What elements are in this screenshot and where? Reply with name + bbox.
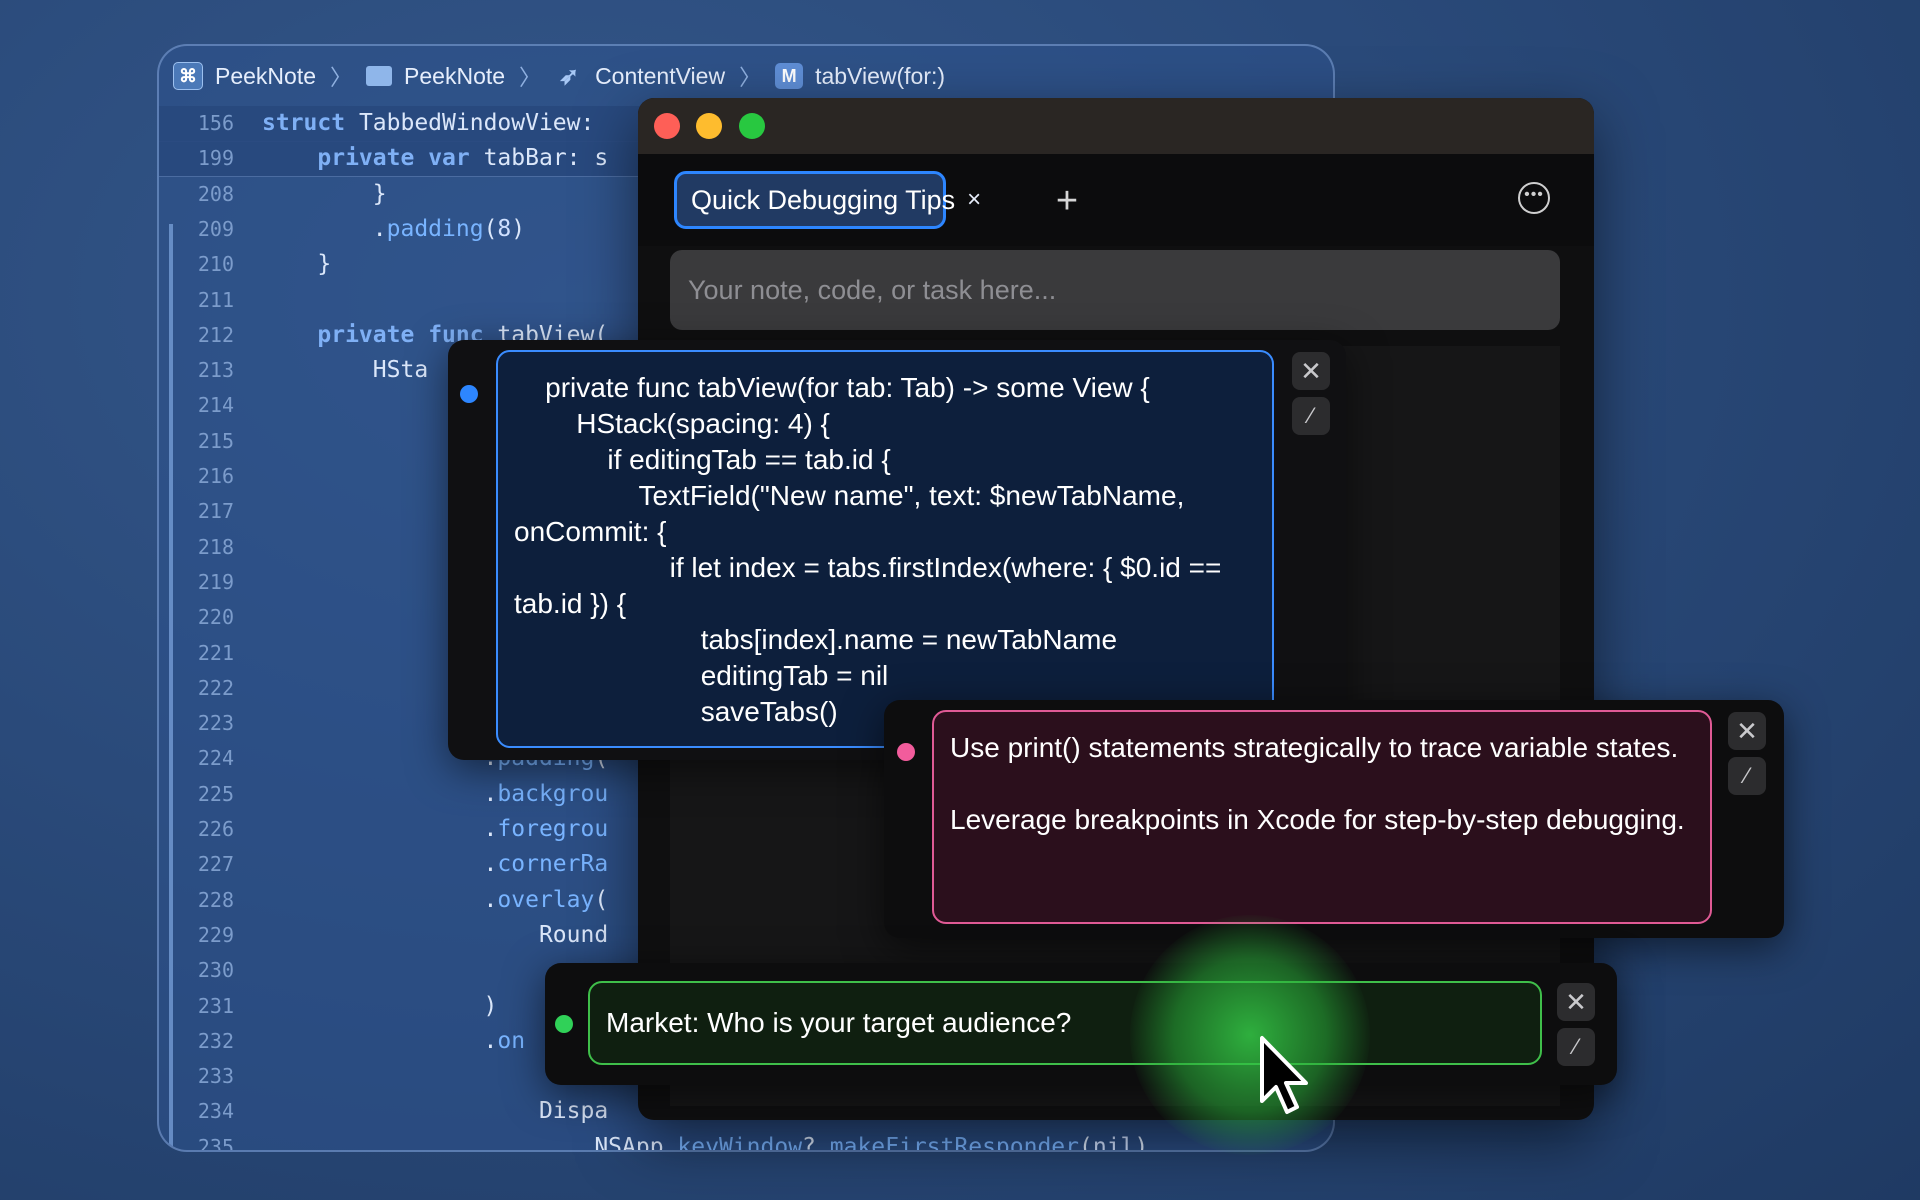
code-text: } (262, 251, 332, 278)
note-card-market[interactable]: Market: Who is your target audience? ✕ ⁄ (545, 963, 1617, 1085)
line-number: 208 (197, 181, 234, 206)
breadcrumb-separator: 〉 (519, 65, 542, 90)
more-options-icon[interactable]: ••• (1518, 182, 1550, 214)
line-number: 222 (197, 675, 234, 700)
swift-file-icon: ➶ (559, 62, 580, 90)
breadcrumb-separator: 〉 (330, 65, 353, 90)
note-line: TextField("New name", text: $newTabName,… (514, 480, 1193, 547)
breadcrumb-item-folder[interactable]: PeekNote (366, 63, 505, 90)
close-icon[interactable]: ✕ (1728, 712, 1766, 750)
note-color-dot[interactable] (460, 385, 478, 403)
line-number: 232 (197, 1028, 234, 1053)
line-number: 225 (197, 781, 234, 806)
code-text: struct TabbedWindowView: (262, 110, 609, 136)
note-line: editingTab = nil (514, 660, 889, 691)
close-icon[interactable]: ✕ (1557, 983, 1595, 1021)
note-line: tabs[index].name = newTabName (514, 624, 1118, 655)
window-minimize-button[interactable] (696, 113, 722, 139)
line-number: 220 (197, 605, 234, 630)
line-number: 224 (197, 746, 234, 771)
close-tab-icon[interactable]: × (967, 186, 981, 214)
pencil-icon[interactable]: ⁄ (1292, 397, 1330, 435)
note-content[interactable]: private func tabView(for tab: Tab) -> so… (496, 350, 1274, 748)
line-number: 217 (197, 499, 234, 524)
code-text: Round (262, 921, 609, 948)
tab-quick-debugging-tips[interactable]: Quick Debugging Tips × (674, 171, 981, 229)
code-text: ) (262, 992, 498, 1019)
code-text: .backgrou (262, 780, 609, 807)
code-line[interactable]: 235 NSApp.keyWindow?.makeFirstResponder(… (159, 1130, 1333, 1152)
line-number: 215 (197, 428, 234, 453)
line-number: 227 (197, 852, 234, 877)
line-number: 221 (197, 640, 234, 665)
note-color-dot[interactable] (555, 1015, 573, 1033)
pencil-icon[interactable]: ⁄ (1557, 1028, 1595, 1066)
title-bar[interactable] (638, 98, 1594, 154)
breadcrumb: ⌘ PeekNote 〉 PeekNote 〉 ➶ ContentView 〉 … (159, 46, 1333, 106)
line-number: 218 (197, 534, 234, 559)
window-close-button[interactable] (654, 113, 680, 139)
note-card-code[interactable]: private func tabView(for tab: Tab) -> so… (448, 340, 1346, 760)
line-number: 231 (197, 993, 234, 1018)
note-color-dot[interactable] (897, 743, 915, 761)
app-project-icon: ⌘ (173, 62, 203, 90)
code-text: .padding(8) (262, 215, 526, 242)
code-text: } (262, 180, 387, 207)
line-number: 199 (197, 146, 234, 171)
breadcrumb-label: PeekNote (215, 62, 317, 89)
breadcrumb-item-project[interactable]: ⌘ PeekNote (173, 62, 316, 90)
code-text: Dispa (262, 1098, 609, 1125)
line-number: 223 (197, 711, 234, 736)
window-zoom-button[interactable] (739, 113, 765, 139)
breadcrumb-separator: 〉 (739, 65, 762, 90)
method-icon: M (775, 63, 804, 89)
breadcrumb-label: ContentView (595, 62, 726, 89)
note-line: if editingTab == tab.id { (514, 444, 891, 475)
breadcrumb-item-file[interactable]: ➶ ContentView (555, 63, 725, 90)
line-number: 229 (197, 922, 234, 947)
line-number: 235 (197, 1134, 234, 1152)
line-number: 213 (197, 358, 234, 383)
line-number: 216 (197, 464, 234, 488)
line-number: 234 (197, 1099, 234, 1124)
line-number: 214 (197, 393, 234, 418)
code-text: private var tabBar: s (317, 145, 609, 172)
code-text: .overlay( (262, 886, 609, 913)
note-input[interactable] (670, 250, 1560, 330)
code-text: .on (262, 1027, 526, 1054)
breadcrumb-label: PeekNote (404, 62, 506, 89)
note-card-tips[interactable]: Use print() statements strategically to … (884, 700, 1784, 938)
mouse-pointer-icon (1260, 1036, 1308, 1114)
breadcrumb-label: tabView(for:) (815, 62, 946, 89)
line-number: 211 (197, 287, 234, 312)
line-number: 230 (197, 958, 234, 983)
add-tab-button[interactable]: + (1042, 176, 1092, 226)
line-number: 209 (197, 216, 234, 241)
note-line: private func tabView(for tab: Tab) -> so… (514, 372, 1150, 403)
tab-label: Quick Debugging Tips (691, 184, 956, 215)
note-input-container (670, 250, 1560, 330)
code-text: .cornerRa (262, 851, 609, 878)
pencil-icon[interactable]: ⁄ (1728, 757, 1766, 795)
line-number: 156 (197, 111, 234, 135)
note-line: if let index = tabs.firstIndex(where: { … (514, 552, 1230, 619)
line-number: 228 (197, 887, 234, 912)
code-text: HSta (262, 357, 429, 384)
note-content[interactable]: Use print() statements strategically to … (932, 710, 1712, 924)
note-line: HStack(spacing: 4) { (514, 408, 830, 439)
tab-bar: Quick Debugging Tips × + ••• (638, 154, 1594, 246)
line-number: 212 (197, 322, 234, 347)
folder-icon (366, 66, 393, 86)
close-icon[interactable]: ✕ (1292, 352, 1330, 390)
line-number: 219 (197, 569, 234, 594)
code-text: NSApp.keyWindow?.makeFirstResponder(nil) (262, 1133, 1149, 1152)
line-number: 233 (197, 1064, 234, 1089)
code-text: .foregrou (262, 816, 609, 842)
line-number: 210 (197, 252, 234, 277)
line-number: 226 (197, 817, 234, 841)
note-content[interactable]: Market: Who is your target audience? (588, 981, 1542, 1065)
breadcrumb-item-method[interactable]: M tabView(for:) (775, 63, 945, 90)
